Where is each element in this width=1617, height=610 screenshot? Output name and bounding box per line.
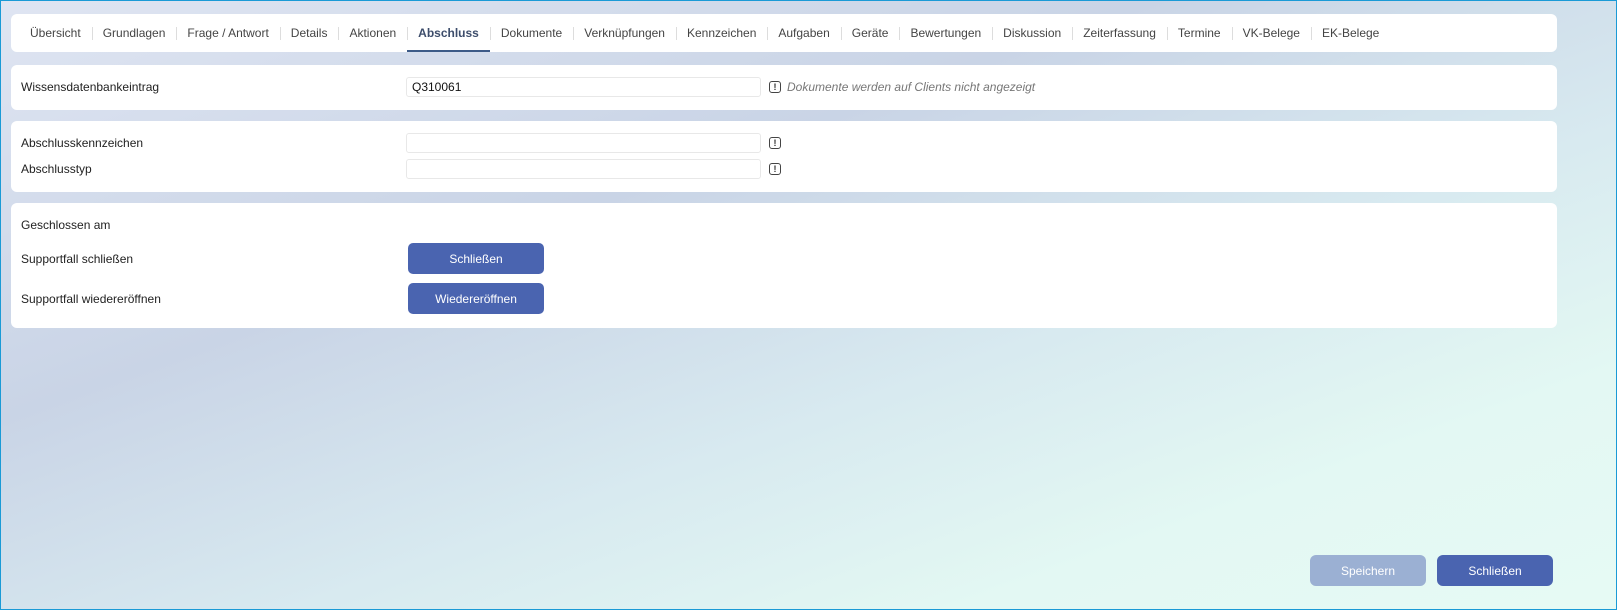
closure-type-label: Abschlusstyp (21, 162, 92, 176)
tab-frage-antwort[interactable]: Frage / Antwort (176, 14, 279, 52)
knowledge-hint: Dokumente werden auf Clients nicht angez… (787, 80, 1036, 94)
closure-type-input[interactable] (406, 159, 761, 179)
tab-ek-belege[interactable]: EK-Belege (1310, 14, 1390, 52)
tab-vk-belege[interactable]: VK-Belege (1231, 14, 1311, 52)
info-icon[interactable]: ! (769, 163, 781, 175)
knowledge-panel: Wissensdatenbankeintrag ! Dokumente werd… (11, 65, 1557, 110)
tab-dokumente[interactable]: Dokumente (489, 14, 573, 52)
tab-details[interactable]: Details (279, 14, 339, 52)
tab-bewertungen[interactable]: Bewertungen (899, 14, 992, 52)
save-button[interactable]: Speichern (1310, 555, 1426, 586)
tab-verknüpfungen[interactable]: Verknüpfungen (573, 14, 676, 52)
tab-kennzeichen[interactable]: Kennzeichen (675, 14, 767, 52)
closed-on-label: Geschlossen am (21, 218, 111, 232)
closure-panel: Abschlusskennzeichen ! Abschlusstyp ! (11, 121, 1557, 192)
reopen-case-button[interactable]: Wiedereröffnen (408, 283, 544, 314)
tab-termine[interactable]: Termine (1166, 14, 1232, 52)
close-case-label: Supportfall schließen (21, 251, 134, 266)
info-icon[interactable]: ! (769, 81, 781, 93)
tab-abschluss[interactable]: Abschluss (407, 14, 490, 52)
info-icon[interactable]: ! (769, 137, 781, 149)
tab-diskussion[interactable]: Diskussion (992, 14, 1072, 52)
knowledge-label: Wissensdatenbankeintrag (21, 80, 160, 94)
tab-zeiterfassung[interactable]: Zeiterfassung (1072, 14, 1167, 52)
closure-code-label: Abschlusskennzeichen (21, 136, 144, 150)
closure-code-input[interactable] (406, 133, 761, 153)
tab-aufgaben[interactable]: Aufgaben (767, 14, 840, 52)
tab-aktionen[interactable]: Aktionen (338, 14, 407, 52)
reopen-case-label: Supportfall wiedereröffnen (21, 291, 161, 306)
knowledge-input[interactable] (406, 77, 761, 97)
close-case-button[interactable]: Schließen (408, 243, 544, 274)
tab-übersicht[interactable]: Übersicht (19, 14, 92, 52)
close-button[interactable]: Schließen (1437, 555, 1553, 586)
tab-grundlagen[interactable]: Grundlagen (91, 14, 177, 52)
tab-geräte[interactable]: Geräte (840, 14, 900, 52)
status-panel: Geschlossen am Supportfall schließen Sch… (11, 203, 1557, 328)
tab-bar: Übersicht Grundlagen Frage / Antwort Detail… (11, 14, 1557, 52)
